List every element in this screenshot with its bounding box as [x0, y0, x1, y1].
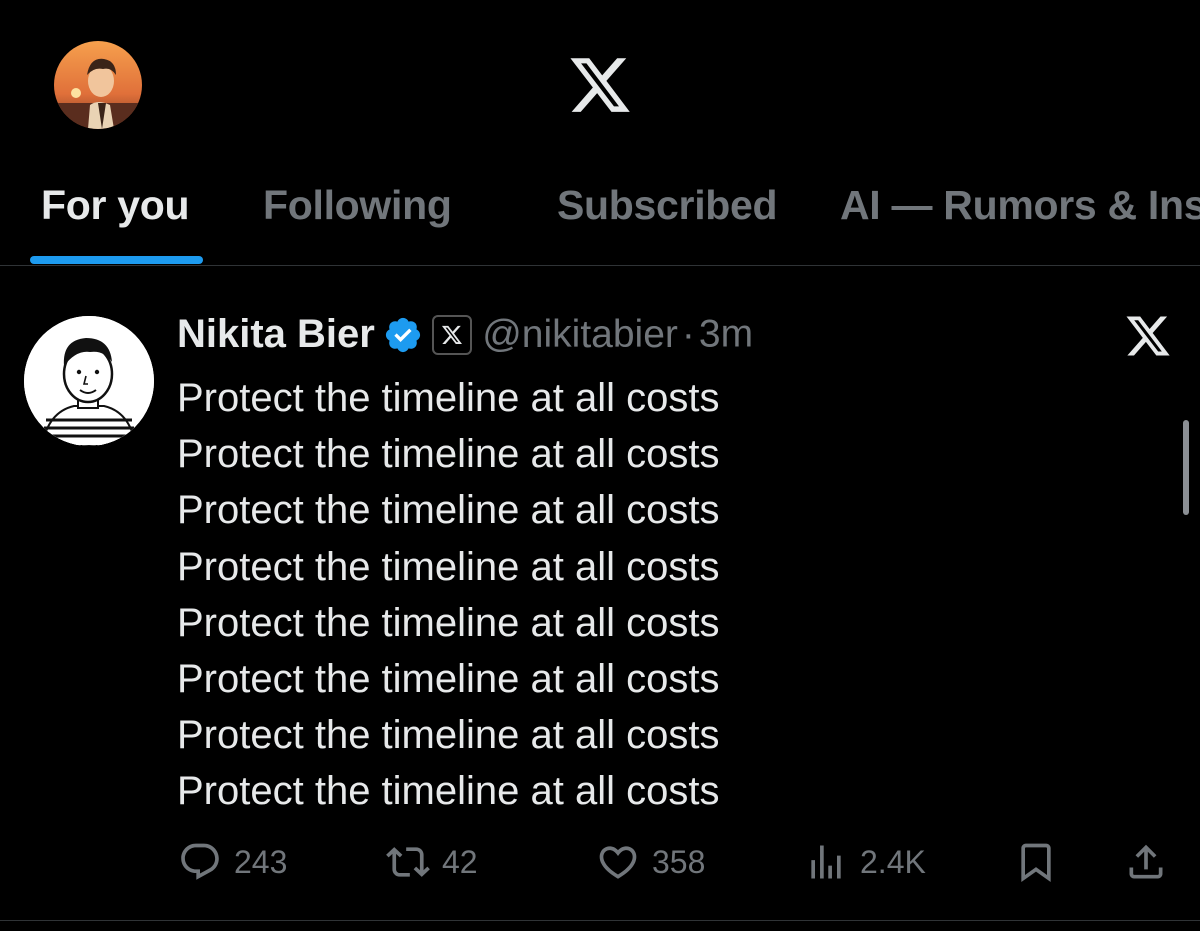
repost-button[interactable]: 42 — [386, 838, 478, 886]
x-grok-icon[interactable] — [1124, 312, 1172, 360]
tweet-line: Protect the timeline at all costs — [177, 657, 720, 702]
tweet-divider — [0, 920, 1200, 921]
author-name[interactable]: Nikita Bier — [177, 312, 375, 356]
heart-icon — [599, 846, 637, 879]
active-tab-indicator — [30, 256, 203, 264]
author-handle[interactable]: @nikitabier — [482, 313, 678, 356]
bookmark-icon — [1021, 843, 1051, 883]
tweet-line: Protect the timeline at all costs — [177, 376, 720, 420]
views-count: 2.4K — [860, 843, 926, 880]
verified-badge-icon[interactable] — [383, 315, 423, 355]
repost-icon — [386, 847, 430, 877]
tweet-time[interactable]: 3m — [699, 313, 753, 356]
views-chart-icon — [811, 845, 841, 879]
tab-for-you[interactable]: For you — [41, 182, 190, 229]
tweet-line: Protect the timeline at all costs — [177, 488, 720, 533]
reply-count: 243 — [234, 843, 288, 880]
timeline-tabs: For you Following Subscribed AI — Rumors… — [0, 168, 1200, 266]
scrollbar[interactable] — [1183, 420, 1189, 515]
tab-ai-rumors[interactable]: AI — Rumors & Ins — [840, 182, 1200, 229]
repost-count: 42 — [442, 843, 478, 880]
tabs-divider — [0, 265, 1200, 266]
profile-avatar-image — [54, 41, 142, 129]
tweet-text: Protect the timeline at all costs Protec… — [177, 370, 719, 820]
like-count: 358 — [652, 843, 706, 880]
author-avatar[interactable] — [24, 316, 154, 446]
profile-avatar[interactable] — [54, 41, 142, 129]
tweet-line: Protect the timeline at all costs — [177, 600, 720, 645]
tweet-header: Nikita Bier @nikitabier · 3m — [177, 312, 753, 364]
share-button[interactable] — [1124, 838, 1168, 886]
tweet-line: Protect the timeline at all costs — [177, 713, 720, 758]
tweet-line: Protect the timeline at all costs — [177, 769, 720, 814]
tab-following[interactable]: Following — [263, 182, 452, 229]
bookmark-button[interactable] — [1014, 838, 1058, 886]
tweet-line: Protect the timeline at all costs — [177, 432, 720, 477]
x-affiliate-badge-icon[interactable] — [431, 314, 472, 355]
app-screen: For you Following Subscribed AI — Rumors… — [0, 0, 1200, 931]
tweet-actions: 243 42 358 2.4K — [0, 832, 1200, 892]
header-separator: · — [681, 312, 695, 356]
author-avatar-image — [24, 316, 154, 446]
views-button[interactable]: 2.4K — [804, 838, 926, 886]
x-logo-icon[interactable] — [566, 52, 634, 118]
tweet-line: Protect the timeline at all costs — [177, 544, 720, 589]
like-button[interactable]: 358 — [596, 838, 705, 886]
tab-subscribed[interactable]: Subscribed — [557, 182, 778, 229]
reply-icon — [181, 843, 219, 880]
share-icon — [1129, 844, 1163, 879]
reply-button[interactable]: 243 — [178, 838, 287, 886]
